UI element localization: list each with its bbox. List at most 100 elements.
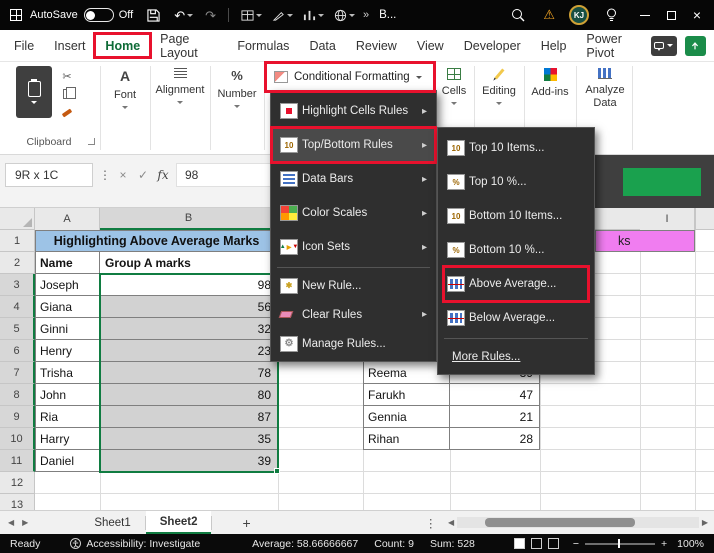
- cell-right-mark-10[interactable]: 28: [450, 428, 540, 450]
- cell-right-name-9[interactable]: Gennia: [363, 406, 450, 428]
- tab-file[interactable]: File: [4, 30, 44, 61]
- enter-icon[interactable]: ✓: [133, 163, 153, 187]
- menu-item-clear-rules[interactable]: Clear Rules ▸: [271, 300, 436, 329]
- avatar[interactable]: KJ: [569, 5, 589, 25]
- undo-icon[interactable]: ↶: [174, 9, 185, 22]
- undo-dropdown-icon[interactable]: [187, 14, 193, 17]
- column-header-a[interactable]: A: [35, 208, 100, 230]
- chart-dropdown-icon[interactable]: [318, 14, 324, 17]
- minimize-button[interactable]: [632, 0, 658, 30]
- search-icon[interactable]: [511, 8, 525, 22]
- submenu-item-bottom-10-percent[interactable]: % Bottom 10 %...: [438, 233, 594, 267]
- tab-help[interactable]: Help: [531, 30, 577, 61]
- row-header-5[interactable]: 5: [0, 318, 35, 340]
- tab-insert[interactable]: Insert: [44, 30, 95, 61]
- cell-a3[interactable]: Joseph: [35, 274, 100, 296]
- paste-button[interactable]: [16, 66, 52, 118]
- row-header-11[interactable]: 11: [0, 450, 35, 472]
- cell-a11[interactable]: Daniel: [35, 450, 100, 472]
- sheet-scroll-left-icon[interactable]: ◀: [8, 518, 14, 527]
- column-header-i[interactable]: I: [640, 208, 695, 230]
- tab-developer[interactable]: Developer: [454, 30, 531, 61]
- namebox-options-icon[interactable]: ⋮: [95, 163, 115, 187]
- cell-b4[interactable]: 56: [100, 296, 278, 318]
- cell-a9[interactable]: Ria: [35, 406, 100, 428]
- save-icon[interactable]: [147, 9, 160, 22]
- tab-power-pivot[interactable]: Power Pivot: [576, 30, 650, 61]
- share-button[interactable]: [685, 36, 706, 56]
- tab-home[interactable]: Home: [95, 30, 150, 61]
- menu-item-data-bars[interactable]: Data Bars ▸: [271, 162, 436, 196]
- cut-button[interactable]: ✂: [58, 68, 76, 84]
- zoom-slider[interactable]: [585, 543, 655, 545]
- submenu-item-above-average[interactable]: Above Average...: [438, 267, 594, 301]
- sheet-tab-sheet2[interactable]: Sheet2: [146, 511, 212, 534]
- maximize-button[interactable]: [658, 0, 684, 30]
- hscroll-track[interactable]: [457, 517, 699, 528]
- submenu-item-bottom-10-items[interactable]: 10 Bottom 10 Items...: [438, 199, 594, 233]
- tab-review[interactable]: Review: [346, 30, 407, 61]
- clipboard-dialog-launcher-icon[interactable]: [88, 138, 95, 145]
- hscroll-thumb[interactable]: [485, 518, 635, 527]
- row-header-1[interactable]: 1: [0, 230, 35, 252]
- row-header-10[interactable]: 10: [0, 428, 35, 450]
- comments-button[interactable]: [651, 36, 677, 56]
- cell-right-name-8[interactable]: Farukh: [363, 384, 450, 406]
- row-header-4[interactable]: 4: [0, 296, 35, 318]
- format-painter-button[interactable]: [58, 105, 76, 121]
- select-all-button[interactable]: [0, 208, 35, 230]
- fill-handle[interactable]: [274, 468, 280, 474]
- addins-button[interactable]: Add-ins: [527, 68, 573, 98]
- cell-a5[interactable]: Ginni: [35, 318, 100, 340]
- autosave-toggle[interactable]: [84, 8, 114, 22]
- cell-right-mark-8[interactable]: 47: [450, 384, 540, 406]
- table-icon[interactable]: [241, 9, 254, 22]
- cell-a2[interactable]: Name: [35, 252, 100, 274]
- hscroll-left-icon[interactable]: ◀: [448, 518, 454, 527]
- submenu-item-top-10-items[interactable]: 10 Top 10 Items...: [438, 131, 594, 165]
- lightbulb-icon[interactable]: [605, 8, 618, 22]
- row-header-9[interactable]: 9: [0, 406, 35, 428]
- submenu-item-top-10-percent[interactable]: % Top 10 %...: [438, 165, 594, 199]
- submenu-item-more-rules[interactable]: More Rules...: [438, 342, 594, 371]
- hscroll-right-icon[interactable]: ▶: [702, 518, 708, 527]
- tabbar-options-icon[interactable]: ⋮: [425, 516, 437, 530]
- row-header-12[interactable]: 12: [0, 472, 35, 494]
- column-header-b[interactable]: B: [100, 208, 278, 230]
- cell-b8[interactable]: 80: [100, 384, 278, 406]
- zoom-out-icon[interactable]: −: [573, 538, 579, 550]
- cell-a7[interactable]: Trisha: [35, 362, 100, 384]
- row-header-8[interactable]: 8: [0, 384, 35, 406]
- insert-function-button[interactable]: fx: [153, 163, 173, 187]
- row-header-6[interactable]: 6: [0, 340, 35, 362]
- warning-icon[interactable]: ⚠: [543, 7, 555, 23]
- submenu-item-below-average[interactable]: Below Average...: [438, 301, 594, 335]
- cells-group-button[interactable]: Cells: [436, 68, 472, 105]
- cell-b6[interactable]: 23: [100, 340, 278, 362]
- globe-icon[interactable]: [334, 9, 347, 22]
- new-sheet-button[interactable]: +: [242, 515, 250, 531]
- page-layout-view-icon[interactable]: [531, 538, 542, 549]
- row-header-13[interactable]: 13: [0, 494, 35, 510]
- tab-formulas[interactable]: Formulas: [227, 30, 299, 61]
- overflow-chevron-icon[interactable]: »: [363, 9, 369, 21]
- cell-b3-active[interactable]: 98: [100, 274, 278, 296]
- cell-b10[interactable]: 35: [100, 428, 278, 450]
- font-group-button[interactable]: A Font: [102, 68, 148, 109]
- accessibility-status[interactable]: Accessibility: Investigate: [86, 538, 200, 550]
- normal-view-icon[interactable]: [514, 538, 525, 549]
- zoom-level[interactable]: 100%: [677, 538, 704, 550]
- cell-a10[interactable]: Harry: [35, 428, 100, 450]
- row-header-2[interactable]: 2: [0, 252, 35, 274]
- alignment-group-button[interactable]: Alignment: [152, 68, 208, 104]
- menu-item-highlight-cells-rules[interactable]: Highlight Cells Rules ▸: [271, 94, 436, 128]
- chart-icon[interactable]: [303, 9, 316, 22]
- cell-right-mark-9[interactable]: 21: [450, 406, 540, 428]
- cell-a8[interactable]: John: [35, 384, 100, 406]
- menu-item-color-scales[interactable]: Color Scales ▸: [271, 196, 436, 230]
- pen-dropdown-icon[interactable]: [287, 14, 293, 17]
- cell-b11[interactable]: 39: [100, 450, 278, 472]
- sheet-scroll-right-icon[interactable]: ▶: [22, 518, 28, 527]
- conditional-formatting-button[interactable]: Conditional Formatting: [268, 64, 432, 90]
- menu-item-new-rule[interactable]: ✱ New Rule...: [271, 271, 436, 300]
